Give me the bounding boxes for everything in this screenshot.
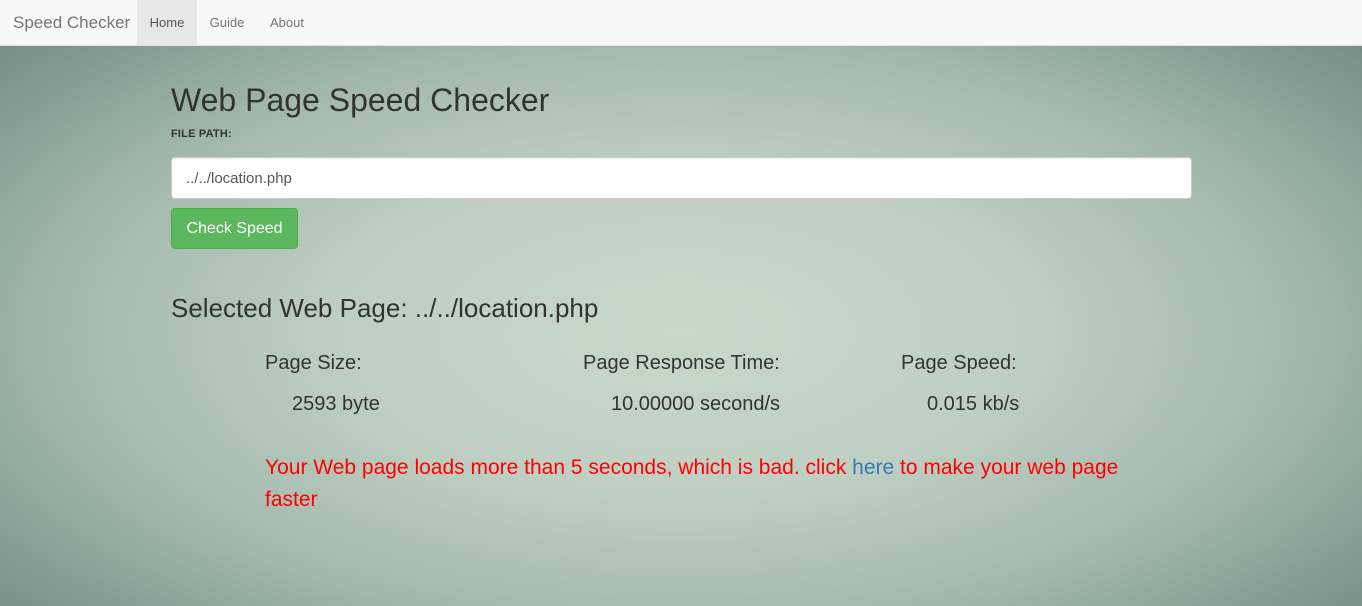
response-time-value: 10.00000 second/s <box>611 393 781 415</box>
nav-guide[interactable]: Guide <box>197 0 257 45</box>
file-path-input[interactable] <box>171 157 1192 199</box>
nav-about[interactable]: About <box>257 0 317 45</box>
response-time-label: Page Response Time: <box>583 352 780 374</box>
page-size-value: 2593 byte <box>292 393 380 415</box>
top-navbar: Speed Checker Home Guide About <box>0 0 1362 46</box>
nav-home[interactable]: Home <box>137 0 197 45</box>
page-speed-value: 0.015 kb/s <box>927 393 1020 415</box>
file-path-label: FILE PATH: <box>171 128 232 140</box>
selected-page-heading: Selected Web Page: ../../location.php <box>171 293 599 323</box>
brand-link[interactable]: Speed Checker <box>13 0 130 45</box>
here-link[interactable]: here <box>852 456 894 479</box>
page-speed-label: Page Speed: <box>901 352 1017 374</box>
page-size-label: Page Size: <box>265 352 362 374</box>
page-title: Web Page Speed Checker <box>171 82 550 118</box>
warning-text-before: Your Web page loads more than 5 seconds,… <box>265 456 853 479</box>
speed-warning-message: Your Web page loads more than 5 seconds,… <box>265 452 1165 516</box>
check-speed-button[interactable]: Check Speed <box>171 208 298 249</box>
